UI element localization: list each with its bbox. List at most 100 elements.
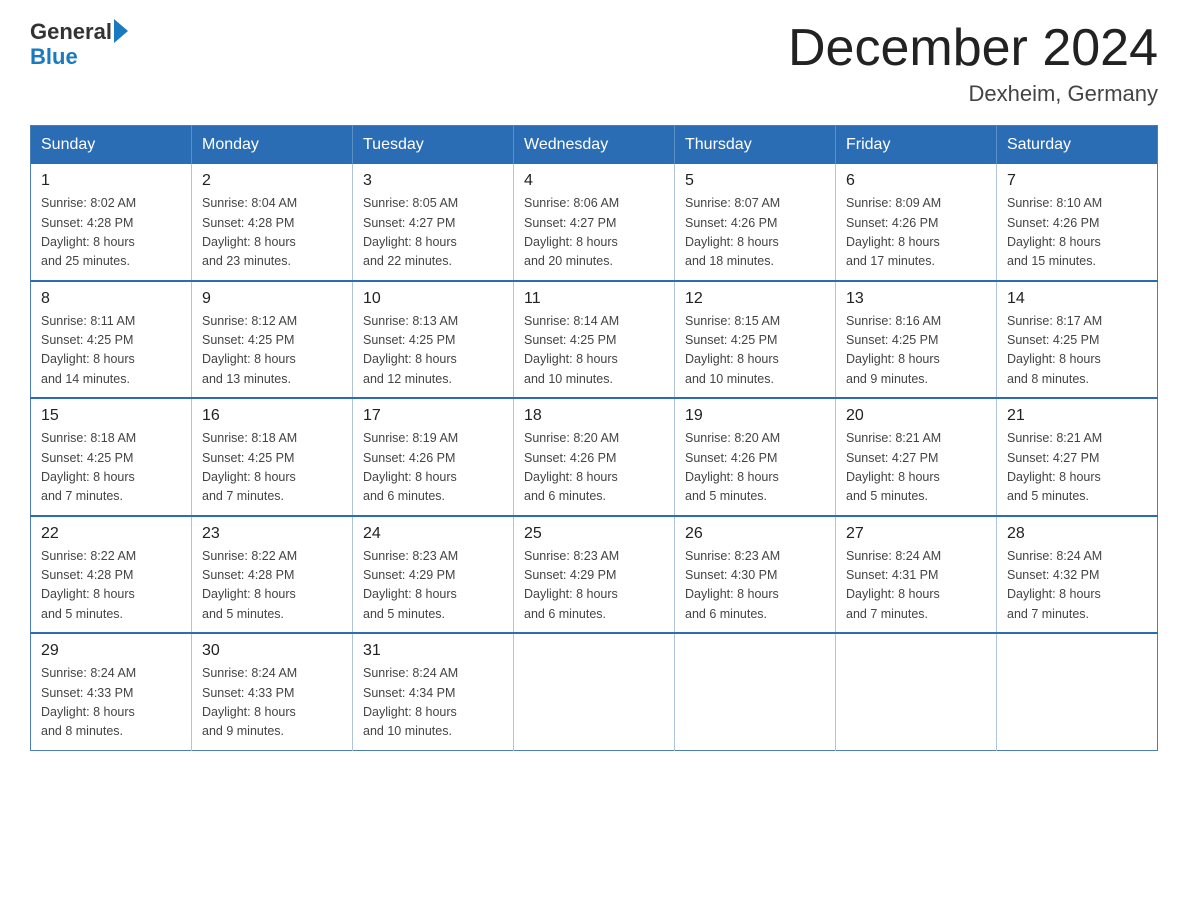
calendar-cell: 5 Sunrise: 8:07 AM Sunset: 4:26 PM Dayli… — [675, 164, 836, 281]
day-info: Sunrise: 8:15 AM Sunset: 4:25 PM Dayligh… — [685, 312, 825, 390]
day-info: Sunrise: 8:12 AM Sunset: 4:25 PM Dayligh… — [202, 312, 342, 390]
day-number: 28 — [1007, 525, 1147, 543]
page-header: General Blue December 2024 Dexheim, Germ… — [30, 20, 1158, 107]
day-number: 10 — [363, 290, 503, 308]
calendar-cell: 30 Sunrise: 8:24 AM Sunset: 4:33 PM Dayl… — [192, 633, 353, 750]
day-number: 21 — [1007, 407, 1147, 425]
day-info: Sunrise: 8:05 AM Sunset: 4:27 PM Dayligh… — [363, 194, 503, 272]
logo-blue: Blue — [30, 44, 128, 70]
calendar-cell: 29 Sunrise: 8:24 AM Sunset: 4:33 PM Dayl… — [31, 633, 192, 750]
calendar-cell: 15 Sunrise: 8:18 AM Sunset: 4:25 PM Dayl… — [31, 398, 192, 516]
day-info: Sunrise: 8:10 AM Sunset: 4:26 PM Dayligh… — [1007, 194, 1147, 272]
day-number: 9 — [202, 290, 342, 308]
day-number: 18 — [524, 407, 664, 425]
calendar-table: Sunday Monday Tuesday Wednesday Thursday… — [30, 125, 1158, 751]
day-number: 26 — [685, 525, 825, 543]
day-info: Sunrise: 8:11 AM Sunset: 4:25 PM Dayligh… — [41, 312, 181, 390]
calendar-cell: 8 Sunrise: 8:11 AM Sunset: 4:25 PM Dayli… — [31, 281, 192, 399]
header-thursday: Thursday — [675, 126, 836, 165]
calendar-cell: 9 Sunrise: 8:12 AM Sunset: 4:25 PM Dayli… — [192, 281, 353, 399]
calendar-cell: 13 Sunrise: 8:16 AM Sunset: 4:25 PM Dayl… — [836, 281, 997, 399]
week-row-2: 8 Sunrise: 8:11 AM Sunset: 4:25 PM Dayli… — [31, 281, 1158, 399]
day-info: Sunrise: 8:18 AM Sunset: 4:25 PM Dayligh… — [202, 429, 342, 507]
header-tuesday: Tuesday — [353, 126, 514, 165]
day-number: 20 — [846, 407, 986, 425]
day-info: Sunrise: 8:07 AM Sunset: 4:26 PM Dayligh… — [685, 194, 825, 272]
calendar-cell: 2 Sunrise: 8:04 AM Sunset: 4:28 PM Dayli… — [192, 164, 353, 281]
calendar-cell: 3 Sunrise: 8:05 AM Sunset: 4:27 PM Dayli… — [353, 164, 514, 281]
day-number: 8 — [41, 290, 181, 308]
calendar-cell: 7 Sunrise: 8:10 AM Sunset: 4:26 PM Dayli… — [997, 164, 1158, 281]
calendar-cell — [997, 633, 1158, 750]
day-info: Sunrise: 8:16 AM Sunset: 4:25 PM Dayligh… — [846, 312, 986, 390]
header-wednesday: Wednesday — [514, 126, 675, 165]
header-monday: Monday — [192, 126, 353, 165]
day-number: 23 — [202, 525, 342, 543]
day-info: Sunrise: 8:06 AM Sunset: 4:27 PM Dayligh… — [524, 194, 664, 272]
day-info: Sunrise: 8:13 AM Sunset: 4:25 PM Dayligh… — [363, 312, 503, 390]
day-number: 6 — [846, 172, 986, 190]
day-number: 17 — [363, 407, 503, 425]
day-info: Sunrise: 8:19 AM Sunset: 4:26 PM Dayligh… — [363, 429, 503, 507]
day-info: Sunrise: 8:17 AM Sunset: 4:25 PM Dayligh… — [1007, 312, 1147, 390]
day-number: 15 — [41, 407, 181, 425]
day-number: 25 — [524, 525, 664, 543]
day-info: Sunrise: 8:21 AM Sunset: 4:27 PM Dayligh… — [846, 429, 986, 507]
calendar-cell: 26 Sunrise: 8:23 AM Sunset: 4:30 PM Dayl… — [675, 516, 836, 634]
logo-triangle-icon — [114, 19, 128, 43]
day-number: 5 — [685, 172, 825, 190]
calendar-cell: 23 Sunrise: 8:22 AM Sunset: 4:28 PM Dayl… — [192, 516, 353, 634]
calendar-cell: 17 Sunrise: 8:19 AM Sunset: 4:26 PM Dayl… — [353, 398, 514, 516]
day-info: Sunrise: 8:24 AM Sunset: 4:32 PM Dayligh… — [1007, 547, 1147, 625]
day-info: Sunrise: 8:24 AM Sunset: 4:31 PM Dayligh… — [846, 547, 986, 625]
day-number: 30 — [202, 642, 342, 660]
calendar-cell: 27 Sunrise: 8:24 AM Sunset: 4:31 PM Dayl… — [836, 516, 997, 634]
calendar-cell: 14 Sunrise: 8:17 AM Sunset: 4:25 PM Dayl… — [997, 281, 1158, 399]
calendar-body: 1 Sunrise: 8:02 AM Sunset: 4:28 PM Dayli… — [31, 164, 1158, 750]
title-section: December 2024 Dexheim, Germany — [788, 20, 1158, 107]
day-info: Sunrise: 8:09 AM Sunset: 4:26 PM Dayligh… — [846, 194, 986, 272]
day-info: Sunrise: 8:23 AM Sunset: 4:29 PM Dayligh… — [524, 547, 664, 625]
logo: General Blue — [30, 20, 128, 70]
day-number: 11 — [524, 290, 664, 308]
calendar-cell: 16 Sunrise: 8:18 AM Sunset: 4:25 PM Dayl… — [192, 398, 353, 516]
day-number: 22 — [41, 525, 181, 543]
day-number: 7 — [1007, 172, 1147, 190]
day-number: 27 — [846, 525, 986, 543]
day-number: 4 — [524, 172, 664, 190]
days-of-week-row: Sunday Monday Tuesday Wednesday Thursday… — [31, 126, 1158, 165]
day-number: 29 — [41, 642, 181, 660]
calendar-cell: 6 Sunrise: 8:09 AM Sunset: 4:26 PM Dayli… — [836, 164, 997, 281]
day-number: 1 — [41, 172, 181, 190]
day-number: 2 — [202, 172, 342, 190]
header-friday: Friday — [836, 126, 997, 165]
day-info: Sunrise: 8:22 AM Sunset: 4:28 PM Dayligh… — [202, 547, 342, 625]
calendar-cell: 19 Sunrise: 8:20 AM Sunset: 4:26 PM Dayl… — [675, 398, 836, 516]
calendar-cell — [514, 633, 675, 750]
calendar-cell: 21 Sunrise: 8:21 AM Sunset: 4:27 PM Dayl… — [997, 398, 1158, 516]
header-saturday: Saturday — [997, 126, 1158, 165]
week-row-5: 29 Sunrise: 8:24 AM Sunset: 4:33 PM Dayl… — [31, 633, 1158, 750]
page-subtitle: Dexheim, Germany — [788, 81, 1158, 107]
day-number: 3 — [363, 172, 503, 190]
day-info: Sunrise: 8:02 AM Sunset: 4:28 PM Dayligh… — [41, 194, 181, 272]
day-info: Sunrise: 8:22 AM Sunset: 4:28 PM Dayligh… — [41, 547, 181, 625]
day-number: 16 — [202, 407, 342, 425]
header-sunday: Sunday — [31, 126, 192, 165]
day-number: 24 — [363, 525, 503, 543]
page-title: December 2024 — [788, 20, 1158, 77]
day-info: Sunrise: 8:24 AM Sunset: 4:33 PM Dayligh… — [41, 664, 181, 742]
day-info: Sunrise: 8:14 AM Sunset: 4:25 PM Dayligh… — [524, 312, 664, 390]
calendar-cell: 28 Sunrise: 8:24 AM Sunset: 4:32 PM Dayl… — [997, 516, 1158, 634]
day-info: Sunrise: 8:18 AM Sunset: 4:25 PM Dayligh… — [41, 429, 181, 507]
calendar-cell: 12 Sunrise: 8:15 AM Sunset: 4:25 PM Dayl… — [675, 281, 836, 399]
calendar-header: Sunday Monday Tuesday Wednesday Thursday… — [31, 126, 1158, 165]
week-row-3: 15 Sunrise: 8:18 AM Sunset: 4:25 PM Dayl… — [31, 398, 1158, 516]
day-info: Sunrise: 8:23 AM Sunset: 4:29 PM Dayligh… — [363, 547, 503, 625]
calendar-cell: 18 Sunrise: 8:20 AM Sunset: 4:26 PM Dayl… — [514, 398, 675, 516]
day-number: 13 — [846, 290, 986, 308]
calendar-cell: 4 Sunrise: 8:06 AM Sunset: 4:27 PM Dayli… — [514, 164, 675, 281]
day-info: Sunrise: 8:24 AM Sunset: 4:34 PM Dayligh… — [363, 664, 503, 742]
day-info: Sunrise: 8:04 AM Sunset: 4:28 PM Dayligh… — [202, 194, 342, 272]
calendar-cell: 25 Sunrise: 8:23 AM Sunset: 4:29 PM Dayl… — [514, 516, 675, 634]
